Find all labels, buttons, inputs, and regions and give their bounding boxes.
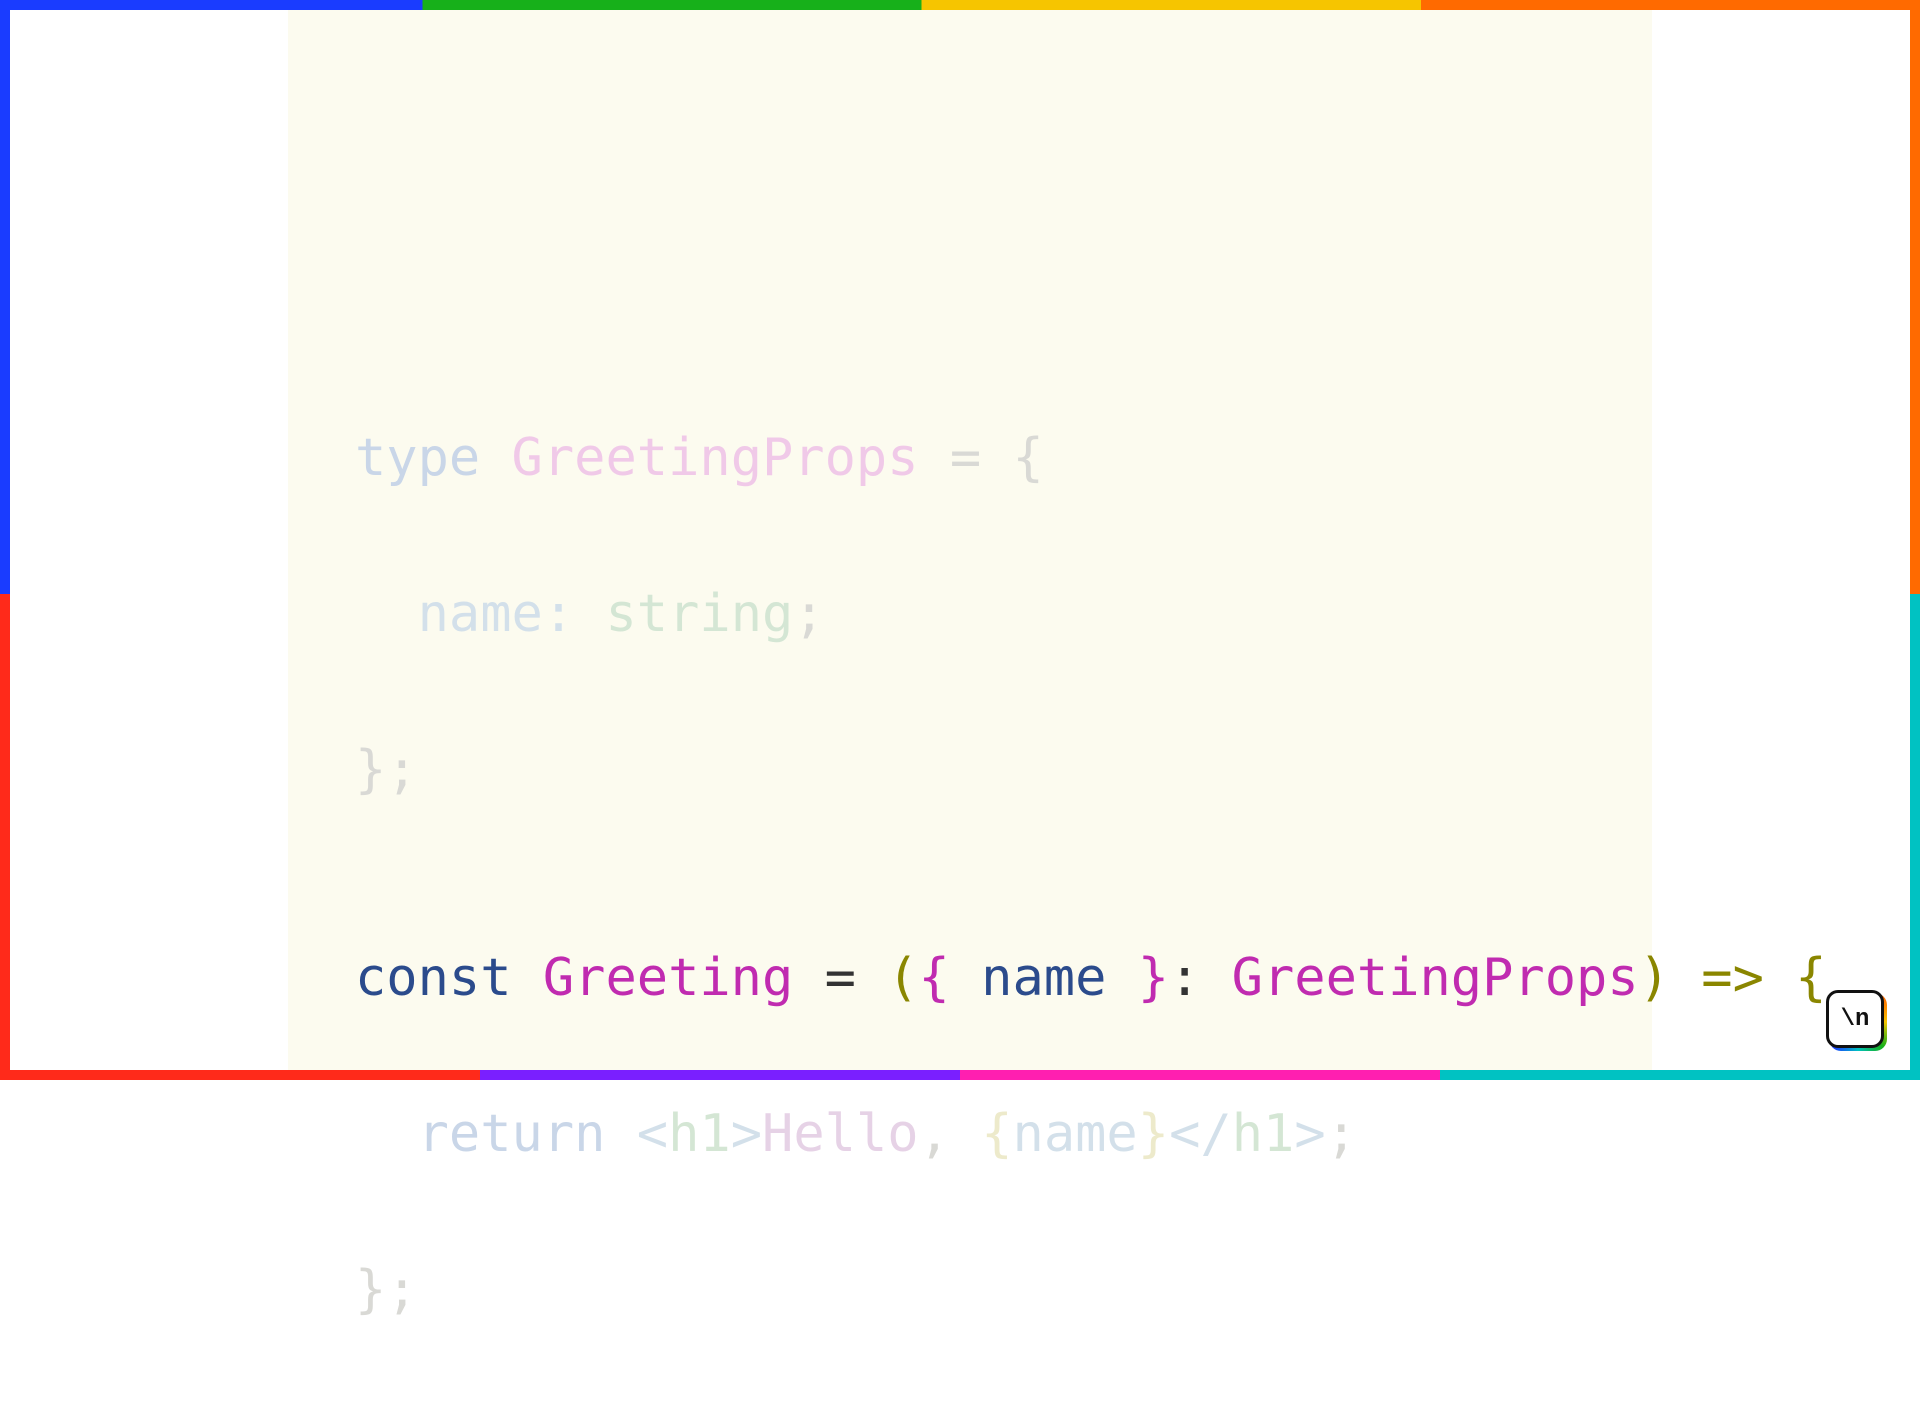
- code-line-3: };: [355, 744, 1827, 796]
- code-line-1: type GreetingProps = {: [355, 432, 1827, 484]
- frame-border-top: [0, 0, 1920, 10]
- slide-body: type GreetingProps = { name: string; }; …: [10, 10, 1910, 1070]
- slide-frame: type GreetingProps = { name: string; }; …: [0, 0, 1920, 1080]
- brand-logo-tile: \n: [1826, 990, 1884, 1048]
- frame-border-left: [0, 0, 10, 1080]
- frame-border-right: [1910, 0, 1920, 1080]
- code-line-5: const Greeting = ({ name }: GreetingProp…: [355, 952, 1827, 1004]
- code-line-6: return <h1>Hello, {name}</h1>;: [355, 1108, 1827, 1160]
- brand-logo: \n: [1826, 990, 1884, 1048]
- brand-logo-text: \n: [1841, 1006, 1870, 1033]
- code-block: type GreetingProps = { name: string; }; …: [355, 328, 1827, 1420]
- code-line-7: };: [355, 1264, 1827, 1316]
- code-line-2: name: string;: [355, 588, 1827, 640]
